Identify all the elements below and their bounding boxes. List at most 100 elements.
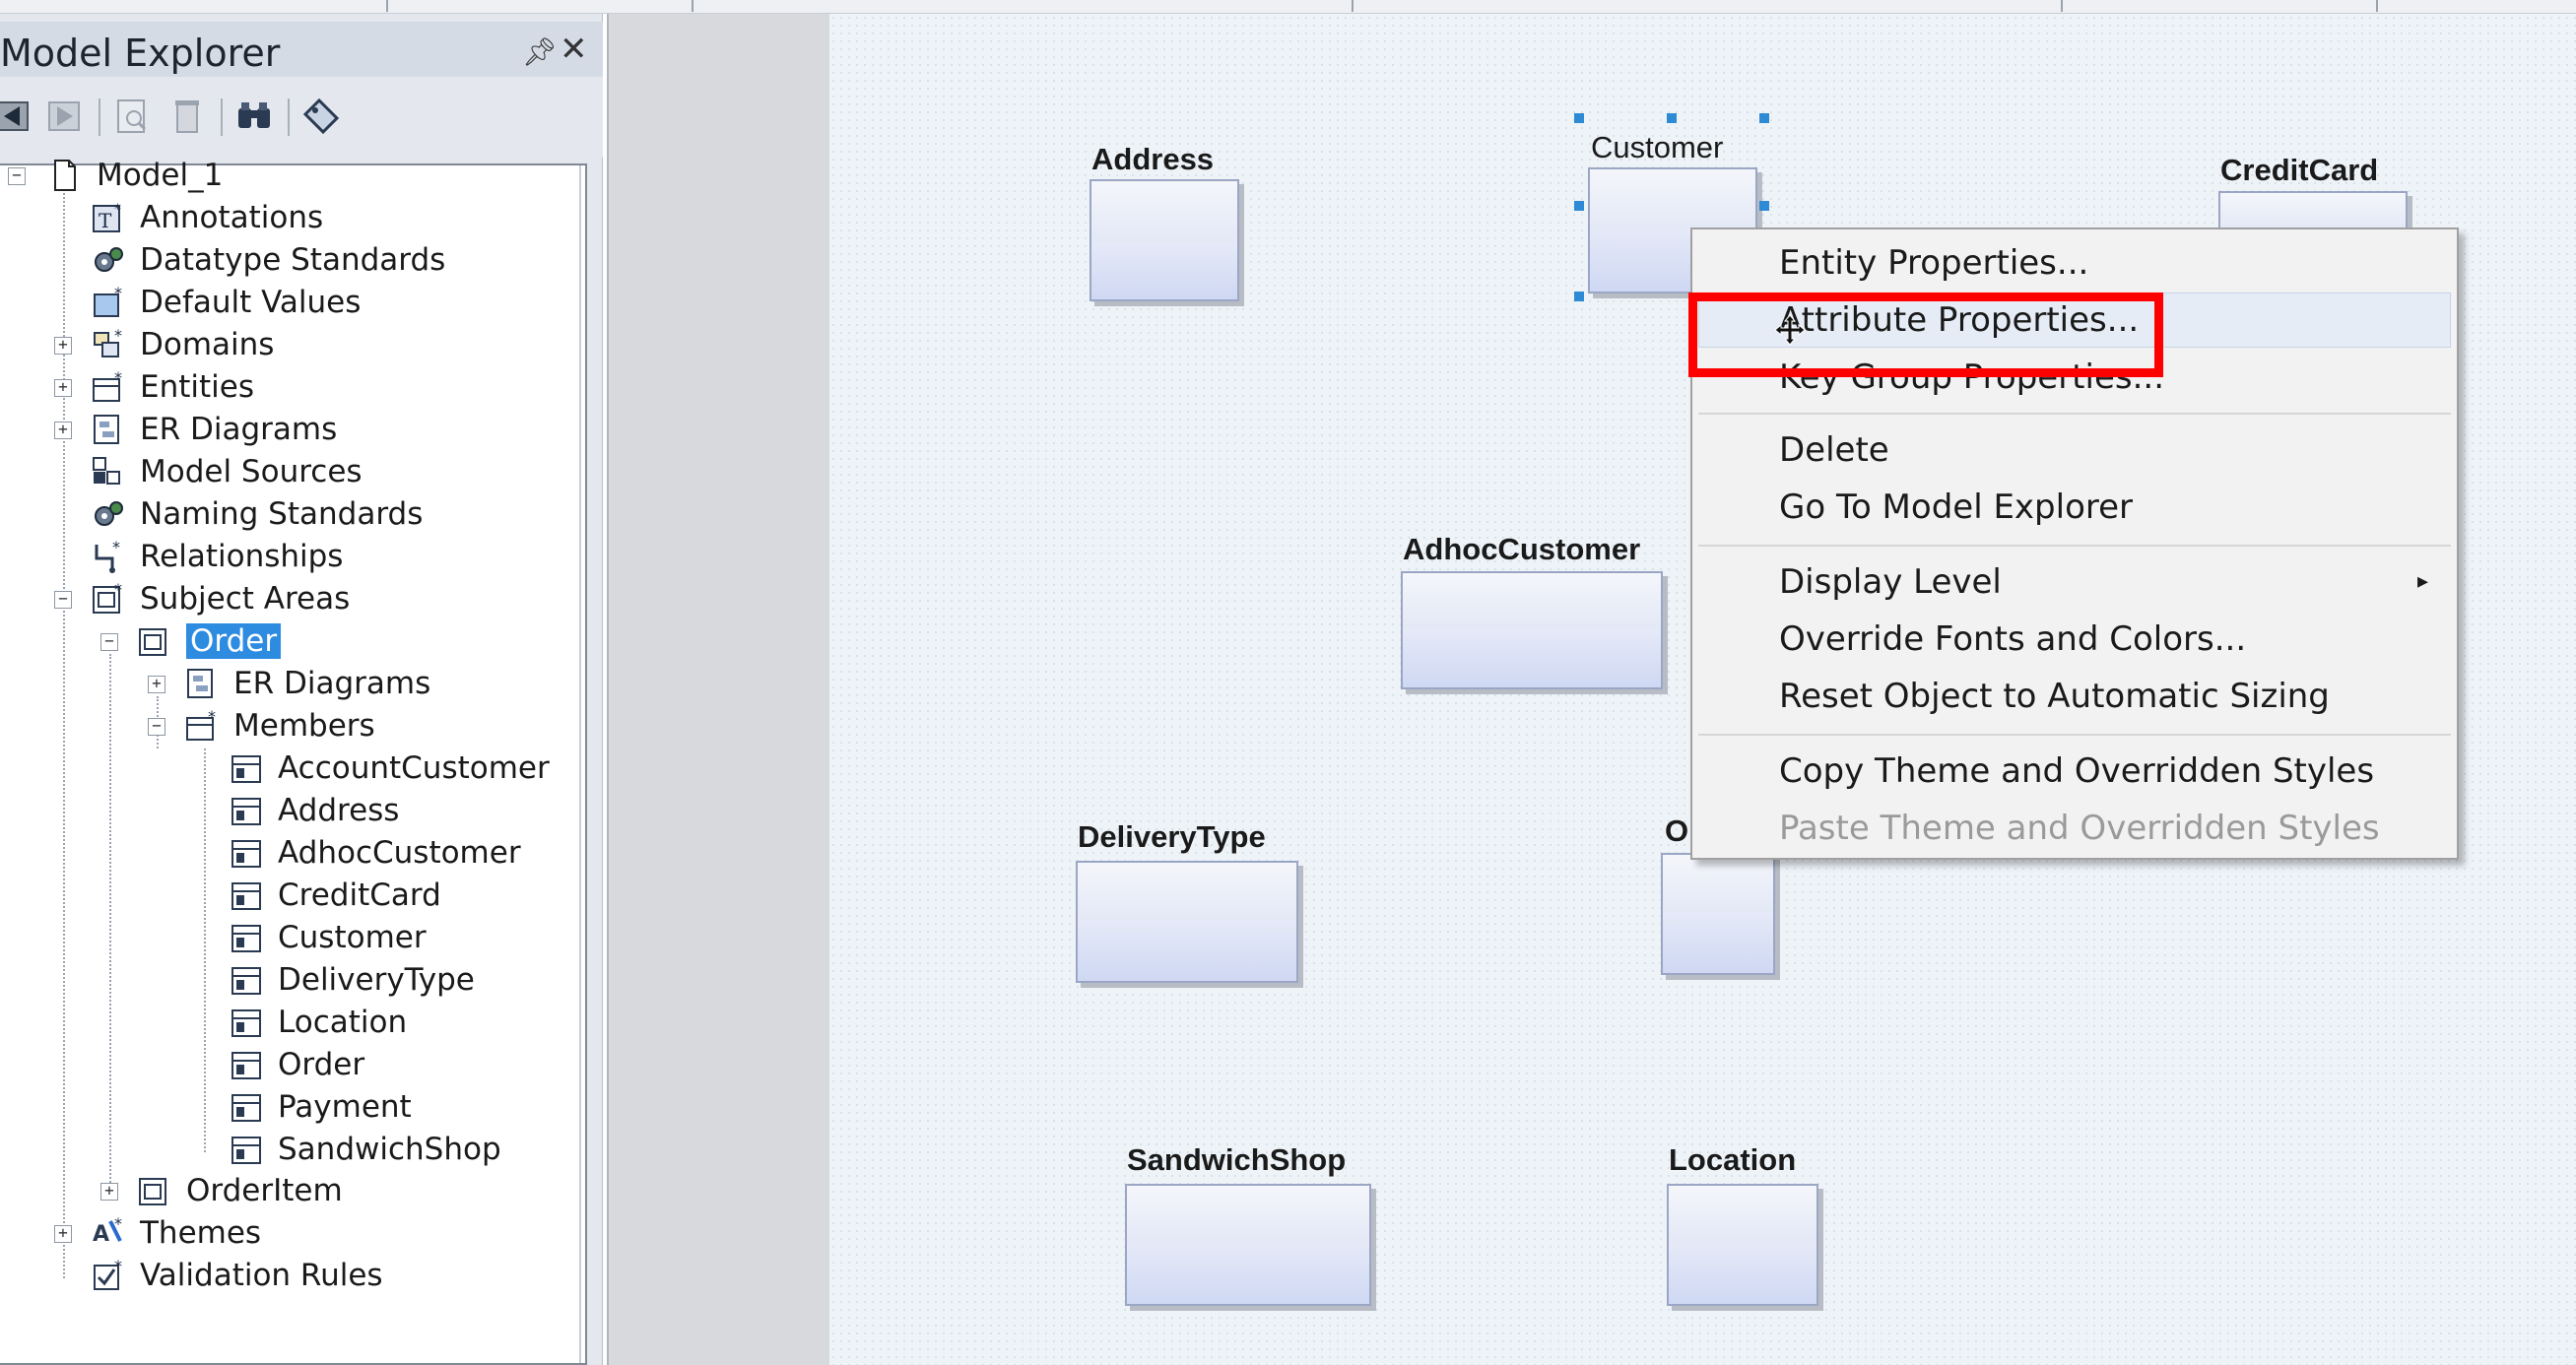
tree-item-annotations[interactable]: T * Annotations [91, 198, 323, 237]
svg-text:A: A [93, 1222, 109, 1247]
forward-icon[interactable] [45, 97, 85, 136]
entity-icon [231, 1052, 261, 1079]
er-diagram-icon [187, 669, 213, 698]
back-icon[interactable] [0, 97, 33, 136]
svg-text:*: * [114, 202, 121, 218]
expand-toggle[interactable]: + [54, 422, 72, 439]
tree-item-entities[interactable]: * Entities [91, 367, 254, 407]
expand-toggle[interactable]: + [148, 676, 165, 693]
model-explorer-header: Model Explorer 📌︎ ✕ [0, 22, 603, 77]
tree-item-order-er-diagrams[interactable]: ER Diagrams [184, 664, 430, 703]
tree-item-order-subject-area[interactable]: Order [137, 621, 282, 661]
selection-handle[interactable] [1574, 113, 1584, 123]
menu-item-delete[interactable]: Delete [1779, 430, 1889, 470]
annotation-icon: T * [93, 202, 121, 232]
menu-item-paste-theme: Paste Theme and Overridden Styles [1779, 809, 2380, 848]
tree-item-member[interactable]: Location [229, 1003, 407, 1042]
binoculars-icon[interactable] [234, 97, 274, 136]
entity-address[interactable] [1090, 179, 1239, 301]
validation-rules-icon: * [94, 1258, 122, 1290]
tree-item-member[interactable]: SandwichShop [229, 1130, 501, 1169]
tree-item-model-sources[interactable]: Model Sources [91, 452, 363, 491]
top-toolbar-strip [0, 0, 2576, 14]
model-explorer-toolbar [0, 77, 603, 158]
expand-toggle[interactable]: + [100, 1183, 118, 1201]
tree-item-default-values[interactable]: * Default Values [91, 283, 361, 322]
tree-item-themes[interactable]: A * Themes [91, 1213, 261, 1253]
entity-label-order: O [1665, 813, 1689, 848]
collapse-toggle[interactable]: − [100, 633, 118, 651]
menu-item-reset-sizing[interactable]: Reset Object to Automatic Sizing [1779, 677, 2330, 716]
selection-handle[interactable] [1667, 113, 1677, 123]
entity-icon [231, 840, 261, 868]
toolbar-dropdown-arrow[interactable] [2364, 0, 2378, 12]
entity-order[interactable] [1661, 853, 1775, 975]
collapse-toggle[interactable]: − [148, 718, 165, 736]
toolbar-dropdown-arrow[interactable] [2049, 0, 2063, 12]
tree-item-member[interactable]: CreditCard [229, 876, 441, 915]
tree-item-members[interactable]: * Members [184, 706, 375, 746]
tree-item-naming-standards[interactable]: Naming Standards [91, 494, 423, 534]
svg-text:*: * [112, 539, 120, 556]
expand-toggle[interactable]: + [54, 337, 72, 355]
tree-item-orderitem[interactable]: OrderItem [137, 1171, 343, 1210]
submenu-arrow-icon: ▸ [2417, 569, 2429, 594]
tree-item-relationships[interactable]: * Relationships [91, 537, 343, 576]
collapse-toggle[interactable]: − [8, 167, 26, 185]
tree-item-member[interactable]: AdhocCustomer [229, 833, 521, 873]
selection-handle[interactable] [1574, 201, 1584, 211]
entity-icon [231, 1094, 261, 1122]
entity-sandwichshop[interactable] [1125, 1184, 1371, 1306]
close-icon[interactable]: ✕ [560, 30, 588, 69]
toolbar-dropdown-arrow[interactable] [680, 0, 694, 12]
tree-item-member[interactable]: Customer [229, 918, 427, 957]
toolbar-separator [288, 98, 290, 136]
properties-icon[interactable] [112, 97, 152, 136]
selection-handle[interactable] [1574, 292, 1584, 301]
menu-item-go-to-model-explorer[interactable]: Go To Model Explorer [1779, 488, 2133, 527]
standards-gears-icon [95, 247, 123, 272]
document-icon [54, 160, 76, 191]
entity-adhoccustomer[interactable] [1401, 571, 1663, 689]
tree-item-member[interactable]: Order [229, 1045, 364, 1084]
entity-deliverytype[interactable] [1076, 861, 1298, 983]
tree-item-member[interactable]: Payment [229, 1087, 412, 1127]
entity-icon [231, 798, 261, 825]
domains-icon: * [94, 327, 122, 358]
tree-item-model[interactable]: Model_1 [47, 156, 223, 195]
subject-area-icon [139, 628, 166, 656]
tree-item-member[interactable]: AccountCustomer [229, 748, 550, 788]
delete-icon[interactable] [167, 97, 207, 136]
entity-label-customer: Customer [1591, 130, 1724, 164]
toolbar-dropdown-arrow[interactable] [374, 0, 388, 12]
toolbar-dropdown-arrow[interactable] [1340, 0, 1354, 12]
pin-icon[interactable]: 📌︎ [522, 35, 558, 68]
tree-item-datatype-standards[interactable]: Datatype Standards [91, 240, 445, 280]
tree-item-member[interactable]: Address [229, 791, 399, 830]
move-cursor-icon [1774, 314, 1806, 346]
menu-item-entity-properties[interactable]: Entity Properties... [1779, 243, 2088, 283]
tree-item-domains[interactable]: * Domains [91, 325, 274, 364]
selection-handle[interactable] [1759, 113, 1769, 123]
entity-icon [231, 1009, 261, 1037]
expand-toggle[interactable]: + [54, 1225, 72, 1243]
menu-item-override-fonts[interactable]: Override Fonts and Colors... [1779, 619, 2246, 659]
entity-creditcard[interactable] [2218, 191, 2408, 230]
menu-item-copy-theme[interactable]: Copy Theme and Overridden Styles [1779, 751, 2374, 791]
subject-area-icon: * [93, 581, 122, 614]
diagram-margin [607, 14, 829, 1365]
tree-item-member[interactable]: DeliveryType [229, 960, 475, 1000]
tree-item-subject-areas[interactable]: * Subject Areas [91, 579, 350, 618]
selection-handle[interactable] [1759, 201, 1769, 211]
tag-icon[interactable] [301, 97, 341, 136]
menu-separator [1698, 413, 2451, 415]
collapse-toggle[interactable]: − [54, 591, 72, 609]
entities-icon: * [93, 369, 122, 402]
svg-text:*: * [114, 1258, 122, 1275]
tree-item-er-diagrams[interactable]: ER Diagrams [91, 410, 337, 449]
entity-location[interactable] [1667, 1184, 1818, 1306]
expand-toggle[interactable]: + [54, 379, 72, 397]
tree-item-validation-rules[interactable]: * Validation Rules [91, 1256, 383, 1295]
menu-item-display-level[interactable]: Display Level [1779, 562, 2002, 602]
menu-separator [1698, 545, 2451, 547]
